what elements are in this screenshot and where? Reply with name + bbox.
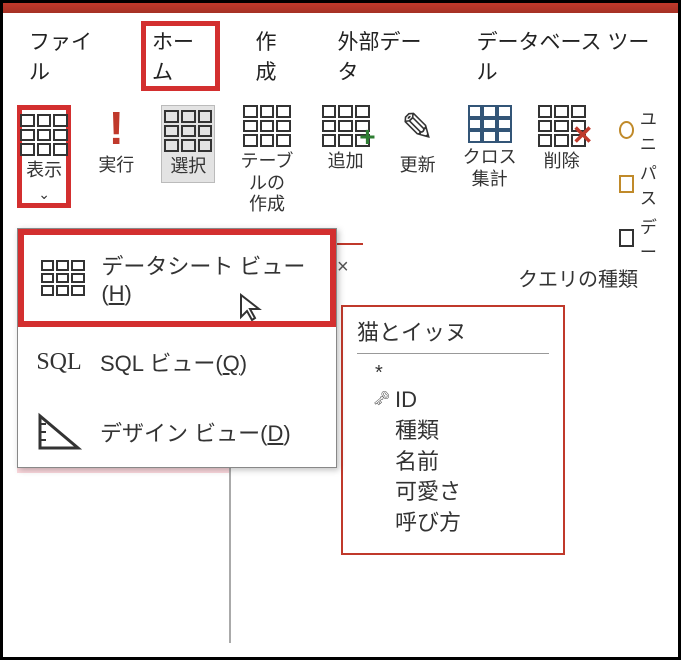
run-label: 実行 xyxy=(98,155,134,177)
append-label: 追加 xyxy=(328,151,364,173)
view-label: 表示 xyxy=(26,160,62,182)
select-query-button[interactable]: 選択 xyxy=(161,105,215,183)
run-button[interactable]: ! 実行 xyxy=(89,105,143,177)
field-item[interactable]: 呼び方 xyxy=(395,508,549,539)
key-icon: 🗝 xyxy=(373,389,391,409)
update-button[interactable]: ✎ 更新 xyxy=(391,105,445,177)
menu-file[interactable]: ファイル xyxy=(21,22,113,90)
maketable-button[interactable]: テーブルの 作成 xyxy=(233,105,300,216)
update-label: 更新 xyxy=(400,155,436,177)
menu-dbtools[interactable]: データベース ツール xyxy=(469,22,660,90)
view-dropdown-menu: データシート ビュー(H) SQL SQL ビュー(Q) デザイン ビュー(D) xyxy=(17,228,337,468)
view-button[interactable]: 表示 ⌄ xyxy=(17,105,71,208)
datasheet-view-item[interactable]: データシート ビュー(H) xyxy=(18,229,336,327)
sql-view-label: SQL ビュー(Q) xyxy=(100,346,247,378)
field-item[interactable]: 名前 xyxy=(395,447,549,478)
delete-button[interactable]: 削除 xyxy=(535,105,589,173)
table-icon xyxy=(164,110,212,152)
right-ribbon-group: ユニ パス デー xyxy=(619,105,664,263)
menu-home[interactable]: ホーム xyxy=(141,21,219,91)
sql-icon: SQL xyxy=(34,341,84,383)
append-icon xyxy=(322,105,370,147)
append-button[interactable]: 追加 xyxy=(319,105,373,173)
menu-create[interactable]: 作成 xyxy=(248,22,302,90)
menu-external[interactable]: 外部データ xyxy=(330,22,441,90)
field-item[interactable]: 可愛さ xyxy=(395,477,549,508)
union-label: ユニ xyxy=(640,105,664,155)
passthrough-label: パス xyxy=(640,159,664,209)
union-icon xyxy=(619,121,634,139)
crosstab-button[interactable]: クロス 集計 xyxy=(463,105,517,190)
delete-icon xyxy=(538,105,586,147)
crosstab-icon xyxy=(468,105,512,143)
datadef-button[interactable]: デー xyxy=(619,213,664,263)
design-view-label: デザイン ビュー(D) xyxy=(100,416,291,448)
field-list: 🗝ID 種類 名前 可愛さ 呼び方 xyxy=(357,385,549,539)
chevron-down-icon: ⌄ xyxy=(38,186,50,203)
ruler-icon xyxy=(619,229,634,247)
maketable-label: テーブルの 作成 xyxy=(233,151,300,216)
union-button[interactable]: ユニ xyxy=(619,105,664,155)
exclaim-icon: ! xyxy=(109,105,124,151)
delete-label: 削除 xyxy=(544,151,580,173)
close-tab-button[interactable]: × xyxy=(337,256,349,279)
titlebar xyxy=(3,3,678,13)
field-list-title: 猫とイッヌ xyxy=(357,315,549,354)
datasheet-view-label: データシート ビュー(H) xyxy=(101,249,314,307)
sql-view-item[interactable]: SQL SQL ビュー(Q) xyxy=(18,327,336,397)
datasheet-grid-icon xyxy=(20,114,68,156)
triangle-ruler-icon xyxy=(34,411,84,453)
field-item[interactable]: 🗝ID xyxy=(395,385,549,416)
datasheet-grid-icon xyxy=(40,257,85,299)
passthrough-icon xyxy=(619,175,634,193)
crosstab-label: クロス 集計 xyxy=(463,147,517,190)
datadef-label: デー xyxy=(640,213,664,263)
pencil-icon: ✎ xyxy=(401,105,435,151)
field-asterisk[interactable]: * xyxy=(357,362,549,385)
cursor-icon xyxy=(239,293,263,328)
design-view-item[interactable]: デザイン ビュー(D) xyxy=(18,397,336,467)
field-item[interactable]: 種類 xyxy=(395,416,549,447)
field-list-box[interactable]: 猫とイッヌ * 🗝ID 種類 名前 可愛さ 呼び方 xyxy=(341,305,565,555)
menubar: ファイル ホーム 作成 外部データ データベース ツール xyxy=(3,13,678,97)
select-label: 選択 xyxy=(170,156,206,178)
passthrough-button[interactable]: パス xyxy=(619,159,664,209)
table-icon xyxy=(243,105,291,147)
